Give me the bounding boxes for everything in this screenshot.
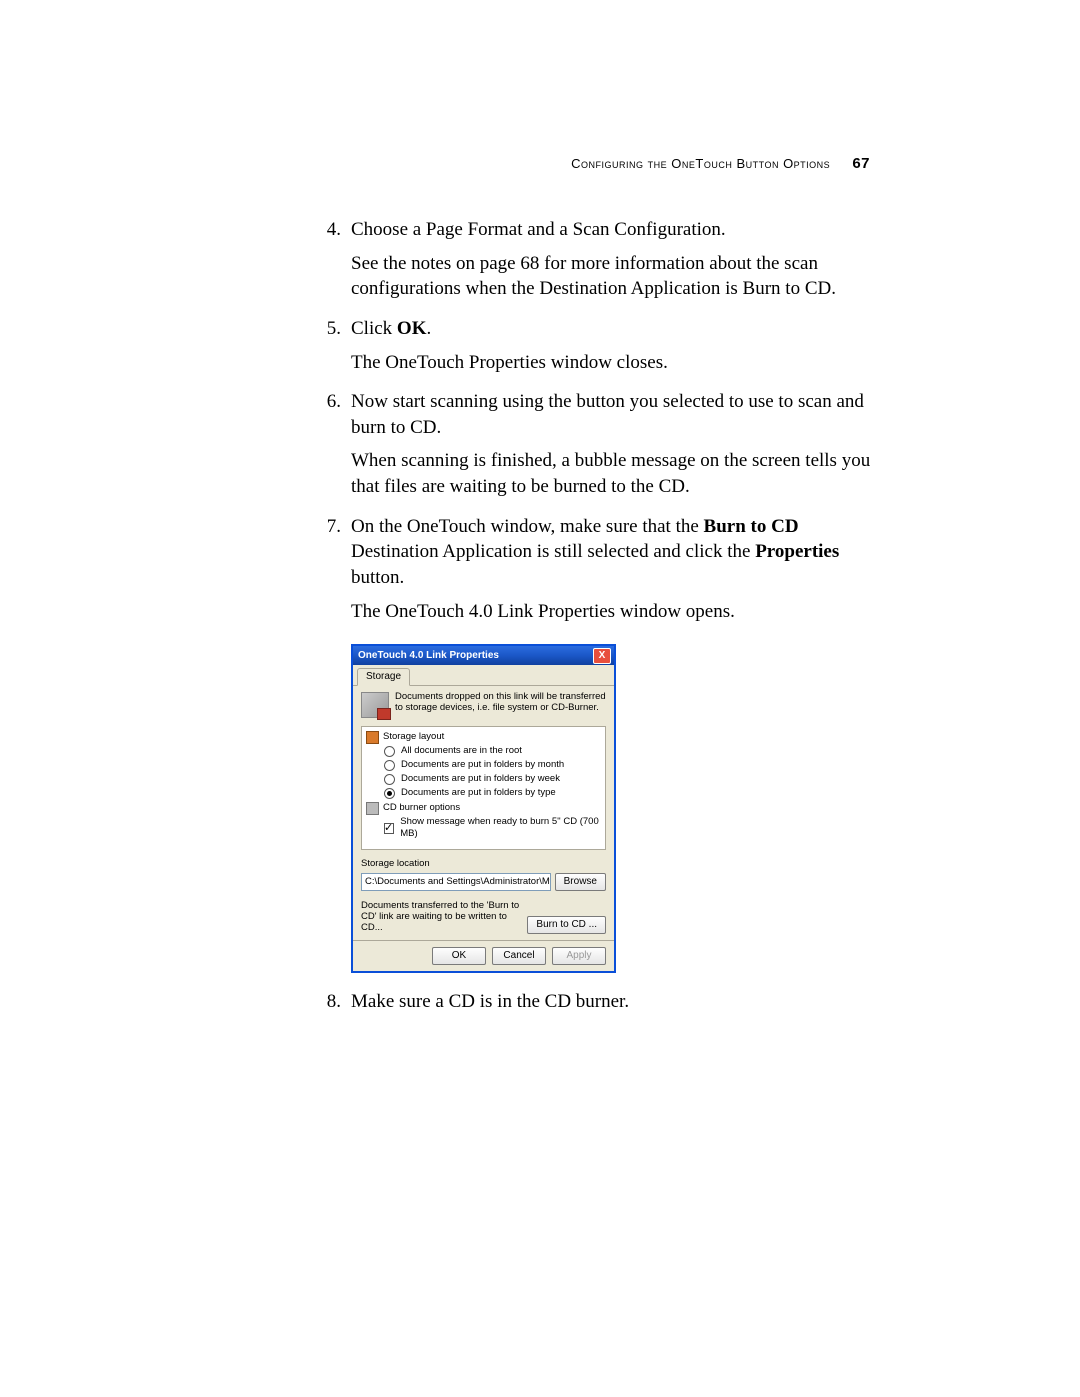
radio-by-month[interactable]: Documents are put in folders by month (384, 759, 601, 772)
burn-row: Documents transferred to the 'Burn to CD… (361, 901, 606, 934)
step-number: 8. (305, 989, 351, 1023)
step-7: 7. On the OneTouch window, make sure tha… (305, 514, 875, 633)
cancel-button[interactable]: Cancel (492, 947, 546, 965)
step-6: 6. Now start scanning using the button y… (305, 389, 875, 508)
step-body: Click OK. The OneTouch Properties window… (351, 316, 875, 383)
step-body: Now start scanning using the button you … (351, 389, 875, 508)
text: Click (351, 318, 397, 339)
group-header-storage-layout: Storage layout (366, 731, 601, 744)
tab-strip: Storage (353, 665, 614, 686)
description-row: Documents dropped on this link will be t… (361, 692, 606, 718)
burn-note: Documents transferred to the 'Burn to CD… (361, 901, 523, 934)
options-groupbox: Storage layout All documents are in the … (361, 726, 606, 850)
folder-icon (366, 731, 379, 744)
step-text: The OneTouch Properties window closes. (351, 350, 875, 376)
radio-label: Documents are put in folders by type (401, 787, 556, 800)
step-number: 6. (305, 389, 351, 508)
radio-by-type[interactable]: Documents are put in folders by type (384, 787, 601, 800)
tab-storage[interactable]: Storage (357, 668, 410, 686)
radio-label: All documents are in the root (401, 745, 522, 758)
radio-label: Documents are put in folders by week (401, 773, 560, 786)
close-icon[interactable]: X (593, 648, 611, 664)
description-text: Documents dropped on this link will be t… (395, 692, 606, 718)
step-5: 5. Click OK. The OneTouch Properties win… (305, 316, 875, 383)
text-bold: Burn to CD (704, 516, 799, 537)
cd-icon (366, 802, 379, 815)
step-body: Choose a Page Format and a Scan Configur… (351, 217, 875, 310)
radio-icon (384, 746, 395, 757)
link-properties-dialog: OneTouch 4.0 Link Properties X Storage D… (351, 644, 616, 972)
step-4: 4. Choose a Page Format and a Scan Confi… (305, 217, 875, 310)
text: On the OneTouch window, make sure that t… (351, 516, 704, 537)
step-number: 7. (305, 514, 351, 633)
dialog-figure: OneTouch 4.0 Link Properties X Storage D… (351, 644, 875, 972)
storage-device-icon (361, 692, 389, 718)
text-bold: OK (397, 318, 427, 339)
page-header: Configuring the OneTouch Button Options … (0, 155, 1080, 172)
checkbox-show-message[interactable]: Show message when ready to burn 5'' CD (… (384, 816, 601, 842)
storage-location-label: Storage location (361, 858, 606, 871)
apply-button[interactable]: Apply (552, 947, 606, 965)
step-number: 4. (305, 217, 351, 310)
text: Destination Application is still selecte… (351, 541, 755, 562)
step-body: On the OneTouch window, make sure that t… (351, 514, 875, 633)
step-body: Make sure a CD is in the CD burner. (351, 989, 875, 1023)
text: . (426, 318, 431, 339)
group-label: CD burner options (383, 802, 460, 815)
group-label: Storage layout (383, 731, 444, 744)
radio-icon (384, 788, 395, 799)
radio-icon (384, 760, 395, 771)
step-number: 5. (305, 316, 351, 383)
radio-label: Documents are put in folders by month (401, 759, 564, 772)
content-body: 4. Choose a Page Format and a Scan Confi… (305, 217, 875, 1022)
header-section-title: Configuring the OneTouch Button Options (571, 156, 830, 171)
text: button. (351, 567, 404, 588)
header-page-number: 67 (852, 155, 870, 172)
group-header-cd-burner: CD burner options (366, 802, 601, 815)
checkbox-icon (384, 823, 394, 834)
dialog-footer: OK Cancel Apply (353, 940, 614, 971)
storage-location-section: Storage location C:\Documents and Settin… (361, 858, 606, 891)
storage-path-input[interactable]: C:\Documents and Settings\Administrator\… (361, 873, 551, 891)
document-page: Configuring the OneTouch Button Options … (0, 0, 1080, 1022)
text-bold: Properties (755, 541, 839, 562)
step-text: Click OK. (351, 316, 875, 342)
radio-by-week[interactable]: Documents are put in folders by week (384, 773, 601, 786)
checkbox-label: Show message when ready to burn 5'' CD (… (400, 816, 601, 842)
step-text: On the OneTouch window, make sure that t… (351, 514, 875, 591)
step-text: Now start scanning using the button you … (351, 389, 875, 440)
step-text: When scanning is finished, a bubble mess… (351, 448, 875, 499)
dialog-title: OneTouch 4.0 Link Properties (358, 649, 499, 663)
dialog-titlebar[interactable]: OneTouch 4.0 Link Properties X (353, 646, 614, 665)
radio-icon (384, 774, 395, 785)
radio-all-root[interactable]: All documents are in the root (384, 745, 601, 758)
step-text: See the notes on page 68 for more inform… (351, 251, 875, 302)
browse-button[interactable]: Browse (555, 873, 606, 891)
step-8: 8. Make sure a CD is in the CD burner. (305, 989, 875, 1023)
step-text: Choose a Page Format and a Scan Configur… (351, 217, 875, 243)
burn-to-cd-button[interactable]: Burn to CD ... (527, 916, 606, 934)
step-text: The OneTouch 4.0 Link Properties window … (351, 599, 875, 625)
dialog-body: Documents dropped on this link will be t… (353, 686, 614, 939)
storage-location-row: C:\Documents and Settings\Administrator\… (361, 873, 606, 891)
ok-button[interactable]: OK (432, 947, 486, 965)
step-text: Make sure a CD is in the CD burner. (351, 989, 875, 1015)
